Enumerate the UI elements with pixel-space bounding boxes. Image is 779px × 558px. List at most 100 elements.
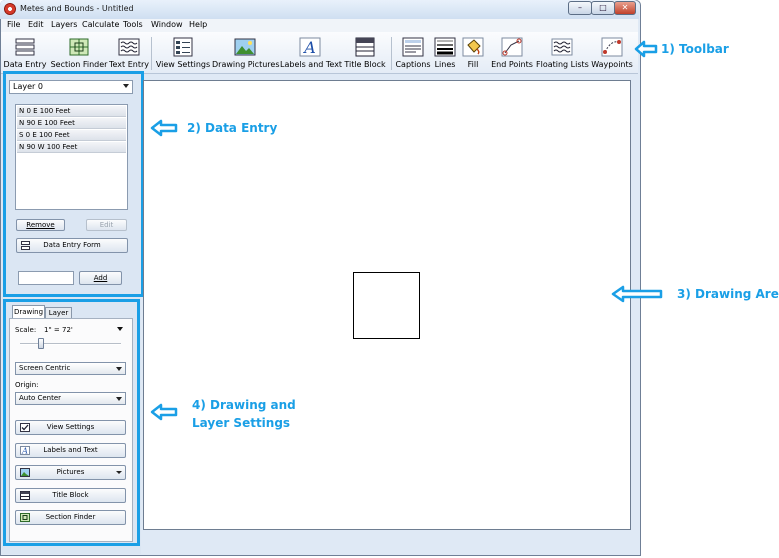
minimize-button[interactable]: –	[568, 1, 592, 15]
toolbar-labels-and-text-label: Labels and Text	[280, 60, 343, 69]
close-button[interactable]: ✕	[614, 1, 636, 15]
toolbar-floating-lists-label: Floating Lists	[536, 60, 589, 69]
toolbar-lines-button[interactable]: Lines	[433, 35, 457, 72]
toolbar-waypoints-button[interactable]: Waypoints	[591, 35, 633, 72]
toolbar-floating-lists-button[interactable]: Floating Lists	[536, 35, 589, 72]
settings-callout-label-line1: 4) Drawing and	[192, 398, 296, 412]
data-entry-callout-label: 2) Data Entry	[187, 121, 278, 135]
tab-drawing[interactable]: Drawing	[12, 305, 45, 318]
toolbar-view-settings-label: View Settings	[155, 60, 211, 69]
title-block-button[interactable]: Title Block	[15, 488, 126, 503]
quick-call-input[interactable]	[18, 271, 74, 285]
section-finder-label: Section Finder	[45, 513, 96, 521]
parcel-boundary-shape[interactable]	[353, 272, 420, 339]
menu-bar: File Edit Layers Calculate Tools Window …	[1, 19, 638, 32]
section-finder-button[interactable]: Section Finder	[15, 510, 126, 525]
window-title: Metes and Bounds - Untitled	[20, 4, 134, 13]
toolbar-text-entry-label: Text Entry	[108, 60, 149, 69]
toolbar-waypoints-label: Waypoints	[591, 60, 633, 69]
toolbar-labels-and-text-button[interactable]: A Labels and Text	[280, 35, 342, 72]
call-list-item[interactable]: N 90 E 100 Feet	[17, 118, 126, 129]
title-block-label: Title Block	[52, 491, 89, 499]
toolbar-title-block-label: Title Block	[344, 60, 386, 69]
toolbar-view-settings-button[interactable]: View Settings	[156, 35, 210, 72]
layer-select[interactable]: Layer 0	[9, 80, 133, 94]
section-finder-icon	[20, 513, 30, 522]
text-a-icon: A	[299, 37, 321, 57]
toolbar-section-finder-label: Section Finder	[50, 60, 108, 69]
chevron-down-icon	[116, 397, 122, 401]
toolbar-lines-label: Lines	[434, 60, 456, 69]
scale-value: 1" = 72'	[44, 326, 73, 334]
toolbar-fill-button[interactable]: Fill	[462, 35, 484, 72]
waypoints-icon	[601, 37, 623, 57]
svg-text:A: A	[302, 38, 316, 57]
toolbar-captions-button[interactable]: Captions	[395, 35, 431, 72]
origin-select[interactable]: Auto Center	[15, 392, 126, 405]
remove-button[interactable]: Remove	[16, 219, 65, 231]
toolbar-end-points-label: End Points	[491, 60, 533, 69]
data-entry-icon	[21, 241, 30, 250]
view-settings-button[interactable]: View Settings	[15, 420, 126, 435]
text-a-icon: A	[20, 446, 30, 455]
view-settings-icon	[173, 37, 193, 57]
captions-icon	[402, 37, 424, 57]
edit-button[interactable]: Edit	[86, 219, 127, 231]
toolbar-separator	[391, 37, 392, 70]
toolbar-callout-label: 1) Toolbar	[661, 42, 729, 56]
maximize-button[interactable]: □	[591, 1, 615, 15]
svg-text:A: A	[21, 447, 28, 456]
toolbar-end-points-button[interactable]: End Points	[491, 35, 533, 72]
data-entry-form-button[interactable]: Data Entry Form	[16, 238, 128, 253]
chevron-down-icon	[123, 84, 129, 88]
title-bar[interactable]: Metes and Bounds - Untitled – □ ✕	[0, 0, 639, 19]
paint-bucket-icon	[462, 37, 484, 57]
scale-slider-thumb[interactable]	[38, 338, 44, 349]
call-list-item[interactable]: N 0 E 100 Feet	[17, 106, 126, 117]
centric-select-value: Screen Centric	[19, 364, 71, 372]
menu-calculate[interactable]: Calculate	[82, 20, 119, 29]
toolbar-callout-arrow-icon	[634, 40, 658, 58]
menu-edit[interactable]: Edit	[28, 20, 44, 29]
toolbar-title-block-button[interactable]: Title Block	[344, 35, 386, 72]
data-entry-form-label: Data Entry Form	[43, 241, 101, 249]
toolbar-data-entry-label: Data Entry	[3, 60, 47, 69]
toolbar-separator	[151, 37, 152, 70]
add-button[interactable]: Add	[79, 271, 122, 285]
toolbar-drawing-pictures-button[interactable]: Drawing Pictures	[212, 35, 280, 72]
toolbar-text-entry-button[interactable]: Text Entry	[109, 35, 149, 72]
text-entry-icon	[118, 38, 140, 56]
drawing-area-callout-label: 3) Drawing Area	[677, 287, 779, 301]
menu-window[interactable]: Window	[151, 20, 183, 29]
centric-select[interactable]: Screen Centric	[15, 362, 126, 375]
chevron-down-icon	[116, 471, 122, 474]
toolbar-fill-label: Fill	[467, 60, 479, 69]
scale-dropdown-arrow-icon[interactable]	[117, 327, 123, 331]
settings-callout-arrow-icon	[150, 403, 178, 421]
lines-icon	[434, 37, 456, 57]
floating-lists-icon	[551, 38, 573, 56]
menu-file[interactable]: File	[7, 20, 20, 29]
labels-and-text-button[interactable]: A Labels and Text	[15, 443, 126, 458]
picture-icon	[234, 38, 256, 56]
call-list-item[interactable]: S 0 E 100 Feet	[17, 130, 126, 141]
call-list[interactable]: N 0 E 100 Feet N 90 E 100 Feet S 0 E 100…	[15, 104, 128, 210]
call-list-item[interactable]: N 90 W 100 Feet	[17, 142, 126, 153]
toolbar-data-entry-button[interactable]: Data Entry	[4, 35, 46, 72]
toolbar-captions-label: Captions	[395, 60, 431, 69]
pictures-label: Pictures	[56, 468, 85, 476]
view-settings-label: View Settings	[46, 423, 95, 431]
settings-callout-label-line2: Layer Settings	[192, 416, 291, 430]
labels-and-text-label: Labels and Text	[43, 446, 98, 454]
menu-layers[interactable]: Layers	[51, 20, 77, 29]
data-entry-icon	[15, 38, 35, 56]
toolbar-section-finder-button[interactable]: Section Finder	[51, 35, 107, 72]
menu-help[interactable]: Help	[189, 20, 207, 29]
toolbar: Data Entry Section Finder Text Entry Vie…	[1, 32, 638, 74]
checkbox-icon	[20, 423, 30, 432]
menu-tools[interactable]: Tools	[123, 20, 143, 29]
scale-label: Scale:	[15, 326, 37, 334]
tab-layer[interactable]: Layer	[45, 307, 72, 318]
pictures-button[interactable]: Pictures	[15, 465, 126, 480]
scale-slider-track[interactable]	[20, 343, 121, 345]
